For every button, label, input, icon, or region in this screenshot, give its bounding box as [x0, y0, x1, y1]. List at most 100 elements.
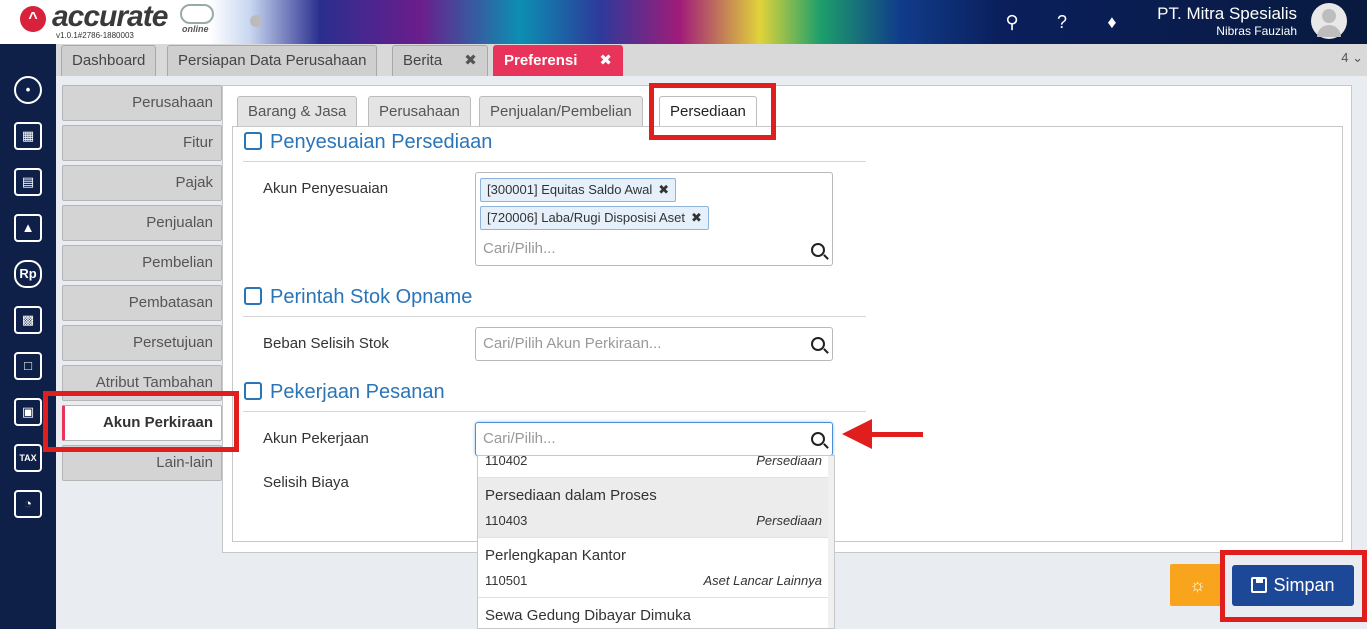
- cart-icon[interactable]: ▩: [14, 306, 42, 334]
- divider: [243, 316, 866, 317]
- section-title-text: Penyesuaian Persediaan: [270, 131, 493, 153]
- nav-fitur[interactable]: Fitur: [62, 125, 222, 161]
- selected-chip: [720006] Laba/Rugi Disposisi Aset ✖: [480, 206, 709, 230]
- list-item[interactable]: Perlengkapan Kantor 110501 Aset Lancar L…: [478, 538, 830, 598]
- account-name: Sewa Gedung Dibayar Dimuka: [485, 607, 691, 624]
- nav-pajak[interactable]: Pajak: [62, 165, 222, 201]
- inventory-cart-icon[interactable]: □: [14, 352, 42, 380]
- nav-penjualan[interactable]: Penjualan: [62, 205, 222, 241]
- nav-pembatasan[interactable]: Pembatasan: [62, 285, 222, 321]
- tab-label: Dashboard: [72, 52, 146, 69]
- tab-persiapan-data[interactable]: Persiapan Data Perusahaan: [167, 45, 378, 76]
- close-icon[interactable]: ✖: [599, 52, 612, 69]
- account-code: 110402: [485, 455, 528, 468]
- hint-button[interactable]: ☼: [1170, 564, 1225, 606]
- search-icon[interactable]: ⚲: [1001, 11, 1023, 33]
- akun-pekerjaan-input[interactable]: Cari/Pilih...: [483, 430, 556, 447]
- save-label: Simpan: [1273, 575, 1335, 595]
- report-chart-icon[interactable]: ◔: [14, 490, 42, 518]
- logo-text: accurate: [52, 0, 168, 33]
- list-item[interactable]: Persediaan dalam Proses 110403 Persediaa…: [478, 478, 830, 538]
- nav-akun-perkiraan[interactable]: Akun Perkiraan: [62, 405, 222, 441]
- status-dot: [250, 15, 262, 27]
- bell-icon[interactable]: ♦: [1101, 11, 1123, 33]
- cloud-icon: [180, 4, 214, 24]
- help-icon[interactable]: ?: [1051, 11, 1073, 33]
- account-code: 110501: [485, 573, 528, 588]
- logo[interactable]: ^ accurate online v1.0.1#2786-1880003: [0, 0, 250, 44]
- list-item[interactable]: 110402 Persediaan: [478, 455, 830, 478]
- logo-mark-icon: ^: [20, 6, 46, 32]
- factory-icon[interactable]: ▣: [14, 398, 42, 426]
- main-sidebar: • ▦ ▤ ▲ Rp ▩ □ ▣ TAX ◔: [0, 44, 56, 629]
- account-dropdown[interactable]: 110402 Persediaan Persediaan dalam Prose…: [477, 455, 835, 629]
- chip-label: [720006] Laba/Rugi Disposisi Aset: [487, 210, 686, 225]
- remove-chip-icon[interactable]: ✖: [658, 182, 669, 197]
- gear-icon[interactable]: •: [14, 76, 42, 104]
- nav-perusahaan[interactable]: Perusahaan: [62, 85, 222, 121]
- nav-persetujuan[interactable]: Persetujuan: [62, 325, 222, 361]
- tab-count-value: 4: [1341, 50, 1349, 65]
- divider: [243, 161, 866, 162]
- section-penyesuaian-title: Penyesuaian Persediaan: [244, 131, 492, 154]
- stock-cart-icon: [244, 287, 262, 305]
- tax-icon[interactable]: TAX: [14, 444, 42, 472]
- akun-pekerjaan-field[interactable]: Cari/Pilih...: [475, 422, 833, 456]
- book-icon[interactable]: ▤: [14, 168, 42, 196]
- user-name: Nibras Fauziah: [1216, 24, 1297, 38]
- akun-penyesuaian-input[interactable]: Cari/Pilih...: [483, 240, 556, 257]
- tab-label: Persiapan Data Perusahaan: [178, 52, 367, 69]
- company-info[interactable]: PT. Mitra Spesialis Nibras Fauziah: [1157, 4, 1297, 38]
- tab-strip: Dashboard Persiapan Data Perusahaan Beri…: [56, 44, 1367, 76]
- lightbulb-icon: ☼: [1189, 575, 1206, 595]
- app-version: v1.0.1#2786-1880003: [56, 31, 134, 40]
- save-button[interactable]: Simpan: [1232, 565, 1354, 606]
- akun-pekerjaan-label: Akun Pekerjaan: [263, 430, 369, 447]
- close-icon[interactable]: ✖: [464, 52, 477, 69]
- money-bag-icon[interactable]: Rp: [14, 260, 42, 288]
- section-opname-title: Perintah Stok Opname: [244, 286, 472, 309]
- avatar[interactable]: [1311, 3, 1347, 39]
- divider: [243, 411, 866, 412]
- scrollbar[interactable]: [828, 456, 834, 628]
- tab-count[interactable]: 4 ⌄: [1341, 50, 1363, 66]
- subtab-perusahaan[interactable]: Perusahaan: [368, 96, 471, 127]
- selisih-biaya-label: Selisih Biaya: [263, 474, 349, 491]
- search-icon[interactable]: [811, 432, 825, 446]
- search-icon[interactable]: [811, 337, 825, 351]
- account-code: 110403: [485, 513, 528, 528]
- top-bar: ^ accurate online v1.0.1#2786-1880003 ⚲ …: [0, 0, 1367, 44]
- account-type: Persediaan: [756, 455, 822, 468]
- beban-selisih-field[interactable]: Cari/Pilih Akun Perkiraan...: [475, 327, 833, 361]
- list-item[interactable]: Sewa Gedung Dibayar Dimuka: [478, 598, 830, 628]
- subtab-barang-jasa[interactable]: Barang & Jasa: [237, 96, 358, 127]
- tab-preferensi[interactable]: Preferensi ✖: [493, 45, 623, 76]
- subtab-penjualan-pembelian[interactable]: Penjualan/Pembelian: [479, 96, 643, 127]
- subtab-persediaan[interactable]: Persediaan: [659, 96, 757, 128]
- nav-atribut-tambahan[interactable]: Atribut Tambahan: [62, 365, 222, 401]
- selected-chip: [300001] Equitas Saldo Awal ✖: [480, 178, 677, 202]
- building-icon[interactable]: ▦: [14, 122, 42, 150]
- tab-berita[interactable]: Berita ✖: [392, 45, 488, 76]
- beban-selisih-input[interactable]: Cari/Pilih Akun Perkiraan...: [483, 335, 661, 352]
- nav-pembelian[interactable]: Pembelian: [62, 245, 222, 281]
- account-name: Persediaan dalam Proses: [485, 487, 657, 504]
- account-type: Aset Lancar Lainnya: [703, 573, 822, 588]
- save-icon: [1251, 577, 1268, 593]
- akun-penyesuaian-label: Akun Penyesuaian: [263, 180, 389, 197]
- remove-chip-icon[interactable]: ✖: [691, 210, 702, 225]
- tab-label: Preferensi: [504, 52, 578, 69]
- bank-icon[interactable]: ▲: [14, 214, 42, 242]
- akun-penyesuaian-field[interactable]: [300001] Equitas Saldo Awal ✖ [720006] La…: [475, 172, 833, 266]
- search-icon[interactable]: [811, 243, 825, 257]
- tab-dashboard[interactable]: Dashboard: [61, 45, 157, 76]
- arrow-shaft: [870, 432, 923, 437]
- adjustment-icon: [244, 132, 262, 150]
- account-type: Persediaan: [756, 513, 822, 528]
- section-pekerjaan-title: Pekerjaan Pesanan: [244, 381, 445, 404]
- chip-label: [300001] Equitas Saldo Awal: [487, 182, 653, 197]
- nav-lain-lain[interactable]: Lain-lain: [62, 445, 222, 481]
- job-order-icon: [244, 382, 262, 400]
- arrow-icon: [842, 419, 872, 449]
- company-name: PT. Mitra Spesialis: [1157, 4, 1297, 23]
